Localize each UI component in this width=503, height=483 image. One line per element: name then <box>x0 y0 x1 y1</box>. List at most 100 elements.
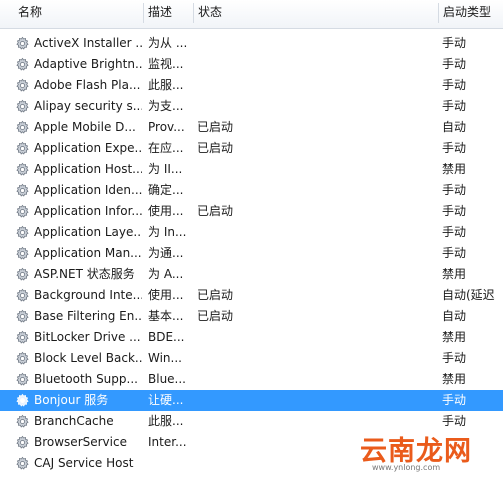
service-status <box>197 243 257 264</box>
service-startup-type: 手动 <box>442 141 467 155</box>
service-row[interactable]: Application Expe... 在应... 已启动 手动 <box>0 138 503 159</box>
service-startup-type: 手动 <box>442 225 467 239</box>
service-row[interactable]: Adobe Flash Pla... 此服... 手动 <box>0 75 503 96</box>
service-name: ASP.NET 状态服务 <box>34 267 135 281</box>
gear-icon <box>15 369 31 390</box>
service-description <box>148 453 194 474</box>
column-header-description[interactable]: 描述 <box>144 0 192 28</box>
service-description: Inter... <box>148 435 187 449</box>
service-row[interactable]: Application Iden... 确定... 手动 <box>0 180 503 201</box>
gear-icon <box>15 117 31 138</box>
service-startup-type: 手动 <box>442 183 467 197</box>
service-name: Adaptive Brightn... <box>34 57 142 71</box>
service-row[interactable]: ActiveX Installer ... 为从 ... 手动 <box>0 33 503 54</box>
service-row[interactable]: Bonjour 服务 让硬... 手动 <box>0 390 503 411</box>
service-status <box>197 348 257 369</box>
service-description: 为 A... <box>148 267 184 281</box>
gear-icon <box>15 75 31 96</box>
service-startup-type: 禁用 <box>442 267 467 281</box>
service-name: Application Host... <box>34 162 142 176</box>
service-row[interactable]: Application Laye... 为 In... 手动 <box>0 222 503 243</box>
gear-icon <box>15 327 31 348</box>
service-startup-type: 手动 <box>442 351 467 365</box>
service-status: 已启动 <box>197 309 234 323</box>
list-header: 名称 描述 状态 启动类型 <box>0 0 503 29</box>
service-startup-type: 手动 <box>442 99 467 113</box>
service-status <box>197 222 257 243</box>
service-startup-type: 自动 <box>442 309 467 323</box>
service-name: Application Expe... <box>34 141 142 155</box>
service-status <box>197 432 257 453</box>
service-row[interactable]: BranchCache 此服... 手动 <box>0 411 503 432</box>
service-status <box>197 369 257 390</box>
services-list[interactable]: ActiveX Installer ... 为从 ... 手动 Adaptive Br… <box>0 33 503 474</box>
service-description: 为从 ... <box>148 36 188 50</box>
service-status <box>197 180 257 201</box>
gear-icon <box>15 453 31 474</box>
service-name: Base Filtering En... <box>34 309 142 323</box>
service-row[interactable]: ASP.NET 状态服务为 A... 禁用 <box>0 264 503 285</box>
gear-icon <box>15 138 31 159</box>
gear-icon <box>15 348 31 369</box>
service-row[interactable]: Application Host... 为 II... 禁用 <box>0 159 503 180</box>
service-startup-type: 手动 <box>442 246 467 260</box>
gear-icon <box>15 432 31 453</box>
service-status <box>197 75 257 96</box>
service-description: 此服... <box>148 414 184 428</box>
service-row[interactable]: Adaptive Brightn... 监视... 手动 <box>0 54 503 75</box>
service-name: BranchCache <box>34 414 114 428</box>
service-name: Bluetooth Supp... <box>34 372 138 386</box>
service-name: Application Laye... <box>34 225 142 239</box>
service-row[interactable]: Base Filtering En... 基本... 已启动 自动 <box>0 306 503 327</box>
service-name: BitLocker Drive ... <box>34 330 141 344</box>
service-startup-type: 手动 <box>442 57 467 71</box>
gear-icon <box>15 285 31 306</box>
gear-icon <box>15 180 31 201</box>
service-name: Background Inte... <box>34 288 142 302</box>
service-startup-type: 禁用 <box>442 330 467 344</box>
service-name: Alipay security s... <box>34 99 142 113</box>
service-description: Prov... <box>148 120 185 134</box>
column-header-name[interactable]: 名称 <box>14 0 141 28</box>
service-name: CAJ Service Host <box>34 456 134 470</box>
service-name: Application Iden... <box>34 183 142 197</box>
service-status <box>197 96 257 117</box>
service-row[interactable]: Application Man... 为通... 手动 <box>0 243 503 264</box>
service-name: Adobe Flash Pla... <box>34 78 141 92</box>
service-startup-type: 手动 <box>442 414 467 428</box>
service-row[interactable]: Block Level Back... Win... 手动 <box>0 348 503 369</box>
column-header-startup-type[interactable]: 启动类型 <box>439 0 503 28</box>
service-row[interactable]: Alipay security s... 为支... 手动 <box>0 96 503 117</box>
service-startup-type: 自动 <box>442 120 467 134</box>
service-row[interactable]: Background Inte... 使用... 已启动 自动(延迟 <box>0 285 503 306</box>
service-name: ActiveX Installer ... <box>34 36 142 50</box>
service-description: 此服... <box>148 78 184 92</box>
service-startup-type: 手动 <box>442 78 467 92</box>
watermark-logo: 云南龙网 www.ynlong.com <box>352 432 495 474</box>
service-description: Blue... <box>148 372 186 386</box>
service-status <box>197 54 257 75</box>
service-row[interactable]: BitLocker Drive ... BDE... 禁用 <box>0 327 503 348</box>
service-row[interactable]: Bluetooth Supp... Blue... 禁用 <box>0 369 503 390</box>
gear-icon <box>15 306 31 327</box>
column-header-status[interactable]: 状态 <box>194 0 437 28</box>
service-status <box>197 411 257 432</box>
service-startup-type: 禁用 <box>442 162 467 176</box>
gear-icon <box>15 54 31 75</box>
service-description: 为 In... <box>148 225 187 239</box>
service-status <box>197 264 257 285</box>
service-row[interactable]: Apple Mobile D... Prov... 已启动 自动 <box>0 117 503 138</box>
service-description: 为通... <box>148 246 184 260</box>
service-startup-type: 手动 <box>442 204 467 218</box>
service-status <box>197 390 257 411</box>
service-startup-type: 禁用 <box>442 372 467 386</box>
service-startup-type: 自动(延迟 <box>442 288 495 302</box>
service-name: Bonjour 服务 <box>34 393 109 407</box>
service-description: 使用... <box>148 204 184 218</box>
gear-icon <box>15 390 31 411</box>
gear-icon <box>15 264 31 285</box>
gear-icon <box>15 201 31 222</box>
service-row[interactable]: Application Infor... 使用... 已启动 手动 <box>0 201 503 222</box>
service-description: 为 II... <box>148 162 183 176</box>
service-description: 在应... <box>148 141 184 155</box>
